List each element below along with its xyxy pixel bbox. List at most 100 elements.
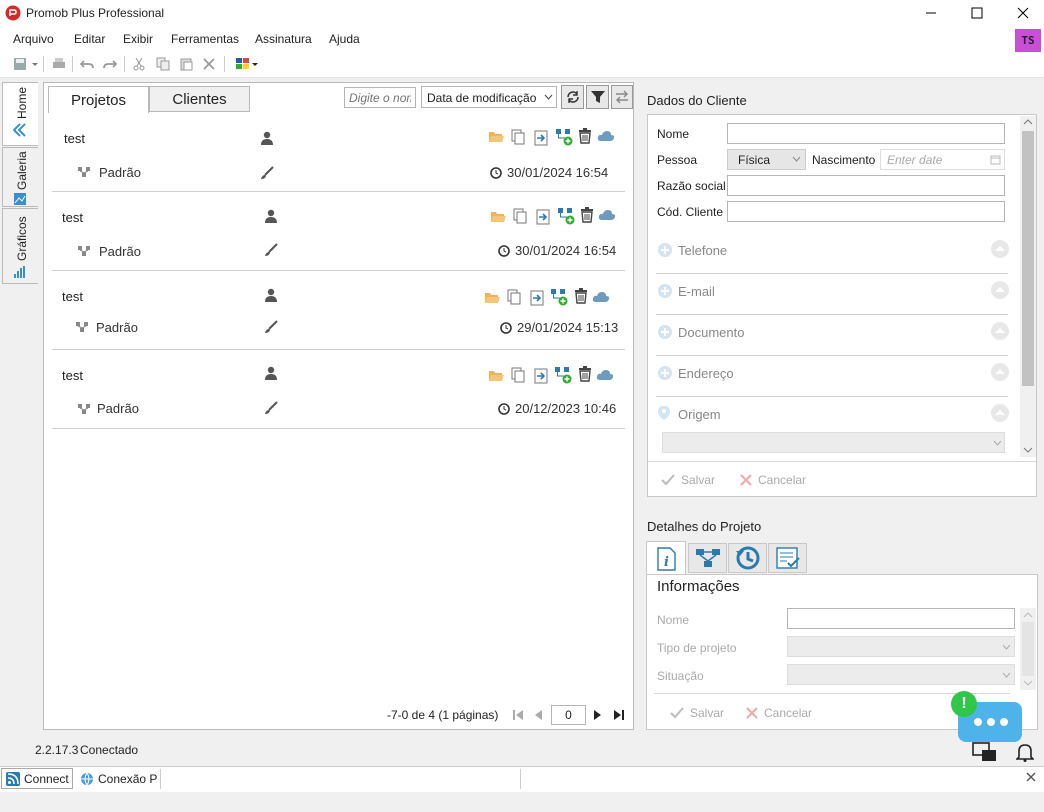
trash-icon[interactable] xyxy=(580,207,594,223)
situacao-select[interactable] xyxy=(787,664,1015,685)
client-scrollbar[interactable] xyxy=(1020,116,1036,457)
cloud-icon[interactable] xyxy=(598,209,616,221)
copy-icon[interactable] xyxy=(154,55,172,73)
section-documento[interactable]: Documento xyxy=(656,315,1010,356)
origem-select[interactable] xyxy=(662,432,1005,453)
section-endereco[interactable]: Endereço xyxy=(656,356,1010,397)
trash-icon[interactable] xyxy=(578,366,592,382)
menu-assinatura[interactable]: Assinatura xyxy=(255,32,312,46)
project-row[interactable]: test Padrão 30/01/2024 16:54 xyxy=(52,112,625,192)
add-variant-icon[interactable] xyxy=(555,128,573,146)
menu-arquivo[interactable]: Arquivo xyxy=(13,32,54,46)
save-icon[interactable] xyxy=(11,55,29,73)
scroll-up-icon[interactable] xyxy=(1023,611,1033,619)
sort-select[interactable]: Data de modificação xyxy=(421,86,557,108)
first-page-icon[interactable] xyxy=(512,709,524,721)
collapse-icon[interactable] xyxy=(990,403,1010,423)
pessoa-select[interactable]: Física xyxy=(727,149,806,170)
open-folder-icon[interactable] xyxy=(488,369,504,383)
palette-dropdown-icon[interactable] xyxy=(250,55,260,73)
minimize-button[interactable] xyxy=(908,0,954,26)
nascimento-field[interactable]: Enter date xyxy=(880,149,1005,170)
add-variant-icon[interactable] xyxy=(554,366,572,384)
user-avatar[interactable]: TS xyxy=(1015,29,1041,52)
scroll-thumb[interactable] xyxy=(1022,131,1034,386)
section-origem[interactable]: Origem xyxy=(656,397,1010,427)
delete-icon[interactable] xyxy=(200,55,218,73)
add-variant-icon[interactable] xyxy=(550,288,568,306)
tab-checklist[interactable] xyxy=(768,543,807,573)
menu-ferramentas[interactable]: Ferramentas xyxy=(171,32,239,46)
prev-page-icon[interactable] xyxy=(533,709,543,721)
export-icon[interactable] xyxy=(530,290,544,306)
screen-share-icon[interactable] xyxy=(972,742,998,762)
open-folder-icon[interactable] xyxy=(488,130,504,144)
cloud-icon[interactable] xyxy=(597,130,615,142)
refresh-button[interactable] xyxy=(561,85,584,109)
collapse-icon[interactable] xyxy=(990,321,1010,341)
taskbar-close-icon[interactable] xyxy=(1026,772,1036,782)
duplicate-icon[interactable] xyxy=(513,208,527,224)
print-icon[interactable] xyxy=(50,55,68,73)
tab-tree[interactable] xyxy=(688,543,727,573)
tab-projetos[interactable]: Projetos xyxy=(48,86,149,113)
project-row[interactable]: test Padrão 30/01/2024 16:54 xyxy=(52,192,625,271)
calendar-icon[interactable] xyxy=(990,154,1001,165)
sidebar-tab-home[interactable]: Home xyxy=(2,82,38,146)
nome-field[interactable] xyxy=(727,123,1005,144)
cut-icon[interactable] xyxy=(130,55,148,73)
search-input[interactable] xyxy=(344,87,416,108)
details-nome-field[interactable] xyxy=(787,608,1015,629)
details-save-button[interactable]: Salvar xyxy=(670,706,724,720)
sidebar-tab-galeria[interactable]: Galeria xyxy=(2,147,38,207)
scroll-up-icon[interactable] xyxy=(1023,118,1033,126)
redo-icon[interactable] xyxy=(101,55,119,73)
codigo-field[interactable] xyxy=(727,201,1005,222)
client-cancel-button[interactable]: Cancelar xyxy=(740,473,806,487)
menu-editar[interactable]: Editar xyxy=(74,32,105,46)
collapse-icon[interactable] xyxy=(990,362,1010,382)
open-folder-icon[interactable] xyxy=(484,291,500,305)
scroll-thumb[interactable] xyxy=(1022,622,1034,676)
scroll-down-icon[interactable] xyxy=(1023,679,1033,687)
close-button[interactable] xyxy=(1000,0,1044,26)
menu-exibir[interactable]: Exibir xyxy=(123,32,153,46)
save-dropdown-icon[interactable] xyxy=(30,55,40,73)
export-icon[interactable] xyxy=(534,368,548,384)
razao-field[interactable] xyxy=(727,175,1005,196)
client-save-button[interactable]: Salvar xyxy=(661,473,715,487)
tab-info[interactable]: i xyxy=(646,541,686,575)
conexao-tab[interactable]: Conexão P xyxy=(80,768,157,789)
page-input[interactable]: 0 xyxy=(551,705,586,725)
last-page-icon[interactable] xyxy=(613,709,625,721)
details-scrollbar[interactable] xyxy=(1020,608,1036,690)
tipo-select[interactable] xyxy=(787,636,1015,657)
sidebar-tab-graficos[interactable]: Gráficos xyxy=(2,208,38,284)
filter-button[interactable] xyxy=(586,85,609,109)
trash-icon[interactable] xyxy=(574,288,588,304)
bell-icon[interactable] xyxy=(1016,742,1034,762)
scroll-down-icon[interactable] xyxy=(1023,446,1033,454)
open-folder-icon[interactable] xyxy=(490,210,506,224)
trash-icon[interactable] xyxy=(578,128,592,144)
next-page-icon[interactable] xyxy=(593,709,603,721)
export-icon[interactable] xyxy=(534,130,548,146)
add-variant-icon[interactable] xyxy=(557,207,575,225)
project-row[interactable]: test Padrão 29/01/2024 15:13 xyxy=(52,271,625,350)
connect-tab[interactable]: Connect xyxy=(1,768,73,789)
duplicate-icon[interactable] xyxy=(511,129,525,145)
section-email[interactable]: E-mail xyxy=(656,274,1010,315)
swap-button[interactable] xyxy=(611,85,633,109)
tab-clientes[interactable]: Clientes xyxy=(149,86,250,112)
export-icon[interactable] xyxy=(536,209,550,225)
maximize-button[interactable] xyxy=(954,0,1000,26)
collapse-icon[interactable] xyxy=(990,239,1010,259)
section-telefone[interactable]: Telefone xyxy=(656,233,1010,274)
project-row[interactable]: test Padrão 20/12/2023 10:46 xyxy=(52,350,625,429)
undo-icon[interactable] xyxy=(78,55,96,73)
collapse-icon[interactable] xyxy=(990,280,1010,300)
cloud-icon[interactable] xyxy=(596,369,614,381)
duplicate-icon[interactable] xyxy=(511,367,525,383)
menu-ajuda[interactable]: Ajuda xyxy=(329,32,360,46)
tab-history[interactable] xyxy=(728,543,767,573)
